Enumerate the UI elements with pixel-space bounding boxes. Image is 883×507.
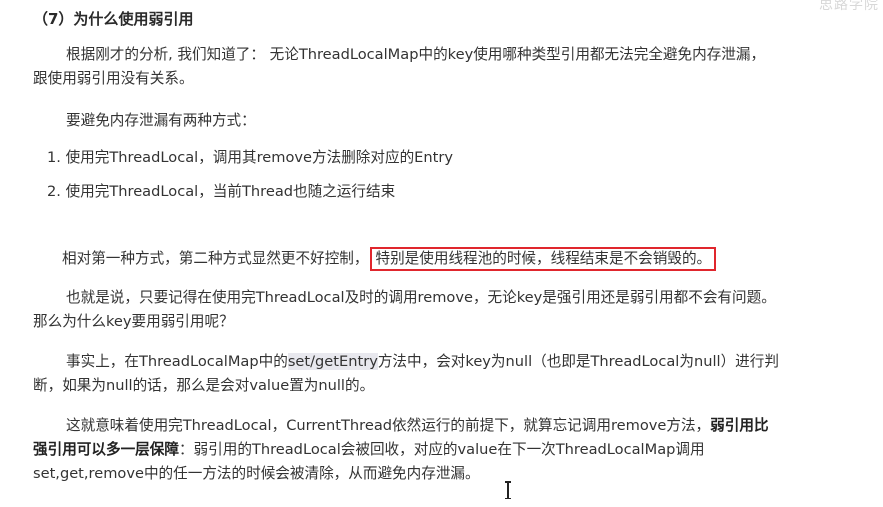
paragraph-line: 根据刚才的分析, 我们知道了： 无论ThreadLocalMap中的key使用哪… bbox=[66, 46, 766, 63]
red-highlight-box: 特别是使用线程池的时候，线程结束是不会销毁的。 bbox=[370, 247, 717, 271]
paragraph-analysis: 根据刚才的分析, 我们知道了： 无论ThreadLocalMap中的key使用哪… bbox=[33, 43, 765, 91]
watermark: 思路学院 bbox=[819, 0, 879, 13]
text-cursor-icon bbox=[505, 481, 511, 499]
paragraph-fact: 事实上，在ThreadLocalMap中的set/getEntry方法中，会对k… bbox=[33, 350, 779, 398]
paragraph-text: 方法中，会对key为null（也即是ThreadLocal为null）进行判 bbox=[377, 353, 779, 370]
paragraph-line: 也就是说，只要记得在使用完ThreadLocal及时的调用remove，无论ke… bbox=[66, 289, 776, 306]
list-item-number: 2. bbox=[47, 183, 61, 200]
paragraph-summary: 也就是说，只要记得在使用完ThreadLocal及时的调用remove，无论ke… bbox=[33, 286, 776, 334]
paragraph-line: 跟使用弱引用没有关系。 bbox=[33, 70, 194, 87]
list-item-number: 1. bbox=[47, 149, 61, 166]
paragraph-line: 这就意味着使用完ThreadLocal，CurrentThread依然运行的前提… bbox=[33, 414, 769, 438]
paragraph-line: 那么为什么key要用弱引用呢？ bbox=[33, 313, 234, 330]
paragraph-text: 相对第一种方式，第二种方式显然更不好控制， bbox=[62, 250, 369, 267]
paragraph-meaning: 这就意味着使用完ThreadLocal，CurrentThread依然运行的前提… bbox=[33, 414, 769, 486]
paragraph-line: set,get,remove中的任一方法的时候会被清除，从而避免内存泄漏。 bbox=[33, 465, 480, 482]
highlighted-method-name: set/getEntry bbox=[287, 353, 378, 370]
bold-text: 强引用可以多一层保障 bbox=[33, 441, 179, 458]
list-item: 2. 使用完ThreadLocal，当前Thread也随之运行结束 bbox=[47, 180, 395, 204]
paragraph-text: 事实上，在ThreadLocalMap中的 bbox=[66, 353, 288, 370]
bold-text: 弱引用比 bbox=[710, 417, 769, 434]
list-item-text: 使用完ThreadLocal，调用其remove方法删除对应的Entry bbox=[65, 149, 453, 166]
paragraph-line: 事实上，在ThreadLocalMap中的set/getEntry方法中，会对k… bbox=[33, 350, 779, 374]
section-heading: （7）为什么使用弱引用 bbox=[33, 10, 194, 28]
document-page: 思路学院 （7）为什么使用弱引用 根据刚才的分析, 我们知道了： 无论Threa… bbox=[0, 0, 883, 507]
paragraph-line: 强引用可以多一层保障：弱引用的ThreadLocal会被回收，对应的value在… bbox=[33, 438, 769, 462]
paragraph-text: 这就意味着使用完ThreadLocal，CurrentThread依然运行的前提… bbox=[66, 417, 711, 434]
list-item: 1. 使用完ThreadLocal，调用其remove方法删除对应的Entry bbox=[47, 146, 453, 170]
list-item-text: 使用完ThreadLocal，当前Thread也随之运行结束 bbox=[65, 183, 396, 200]
paragraph-comparison: 相对第一种方式，第二种方式显然更不好控制， 特别是使用线程池的时候，线程结束是不会… bbox=[62, 247, 717, 271]
paragraph-two-ways: 要避免内存泄漏有两种方式： bbox=[66, 112, 256, 129]
paragraph-line: 断，如果为null的话，那么是会对value置为null的。 bbox=[33, 377, 375, 394]
paragraph-text: ：弱引用的ThreadLocal会被回收，对应的value在下一次ThreadL… bbox=[178, 441, 705, 458]
